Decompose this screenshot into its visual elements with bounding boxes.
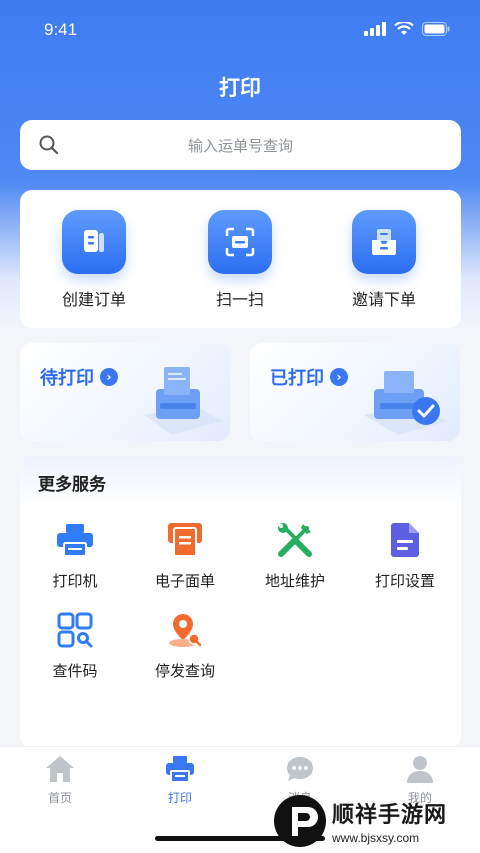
status-icons — [364, 22, 450, 36]
quick-action-label: 创建订单 — [61, 290, 126, 309]
document-icon — [62, 210, 126, 274]
page-title: 打印 — [219, 76, 261, 100]
service-label: 查件码 — [52, 662, 98, 680]
service-printer[interactable]: 打印机 — [20, 520, 130, 591]
chevron-right-icon: › — [330, 368, 348, 386]
pending-print-card[interactable]: 待打印 › — [20, 343, 230, 441]
create-order-button[interactable]: 创建订单 — [34, 210, 154, 310]
service-label: 停发查询 — [154, 662, 215, 680]
scan-button[interactable]: 扫一扫 — [180, 210, 300, 310]
more-services-title: 更多服务 — [38, 475, 106, 495]
service-waybill[interactable]: 电子面单 — [130, 520, 240, 591]
watermark-title: 顺祥手游网 — [332, 802, 448, 828]
status-time: 9:41 — [44, 20, 78, 39]
service-address[interactable]: 地址维护 — [240, 520, 350, 591]
watermark-url: www.bjsxsy.com — [332, 830, 420, 845]
scan-icon — [208, 210, 272, 274]
service-stop-query[interactable]: 停发查询 — [130, 610, 240, 681]
pending-print-label: 待打印 — [40, 368, 94, 389]
home-icon — [44, 753, 76, 785]
quick-action-label: 扫一扫 — [215, 290, 264, 309]
printer-icon — [164, 753, 196, 785]
location-search-icon — [165, 610, 205, 650]
service-label: 打印设置 — [374, 572, 435, 590]
wifi-icon — [394, 22, 414, 35]
site-watermark: 顺祥手游网 www.bjsxsy.com — [272, 788, 480, 853]
tab-label: 打印 — [167, 791, 192, 805]
search-placeholder: 输入运单号查询 — [187, 137, 293, 155]
search-input[interactable]: 输入运单号查询 — [20, 120, 461, 170]
printed-card[interactable]: 已打印 › — [250, 343, 460, 441]
pending-print-title: 待打印 › — [40, 364, 118, 390]
printed-title: 已打印 › — [270, 364, 348, 390]
quick-action-label: 邀请下单 — [351, 290, 416, 309]
tab-label: 首页 — [47, 791, 72, 805]
tools-icon — [275, 520, 315, 560]
printer-done-illustration — [364, 371, 448, 435]
tab-home[interactable]: 首页 — [0, 753, 120, 806]
printed-label: 已打印 — [270, 368, 324, 389]
tab-print[interactable]: 打印 — [120, 753, 240, 806]
status-bar: 9:41 — [0, 0, 480, 60]
service-label: 电子面单 — [154, 572, 215, 590]
file-settings-icon — [385, 520, 425, 560]
service-label: 打印机 — [52, 572, 98, 590]
inbox-icon — [352, 210, 416, 274]
qr-search-icon — [55, 610, 95, 650]
message-icon — [284, 753, 316, 785]
service-query-code[interactable]: 查件码 — [20, 610, 130, 681]
printer-icon — [55, 520, 95, 560]
battery-icon — [422, 22, 450, 36]
chevron-right-icon: › — [100, 368, 118, 386]
service-print-settings[interactable]: 打印设置 — [350, 520, 460, 591]
printer-illustration — [144, 367, 222, 435]
user-icon — [404, 753, 436, 785]
invite-order-button[interactable]: 邀请下单 — [324, 210, 444, 310]
home-indicator[interactable] — [155, 836, 325, 841]
quick-actions-card: 创建订单 扫一扫 邀请下单 — [20, 190, 461, 328]
waybill-icon — [165, 520, 205, 560]
more-services-card: 更多服务 打印机 电子面单 地址维护 打印设置 查件码 停发查询 — [20, 456, 461, 748]
service-label: 地址维护 — [264, 572, 325, 590]
signal-icon — [364, 22, 386, 36]
